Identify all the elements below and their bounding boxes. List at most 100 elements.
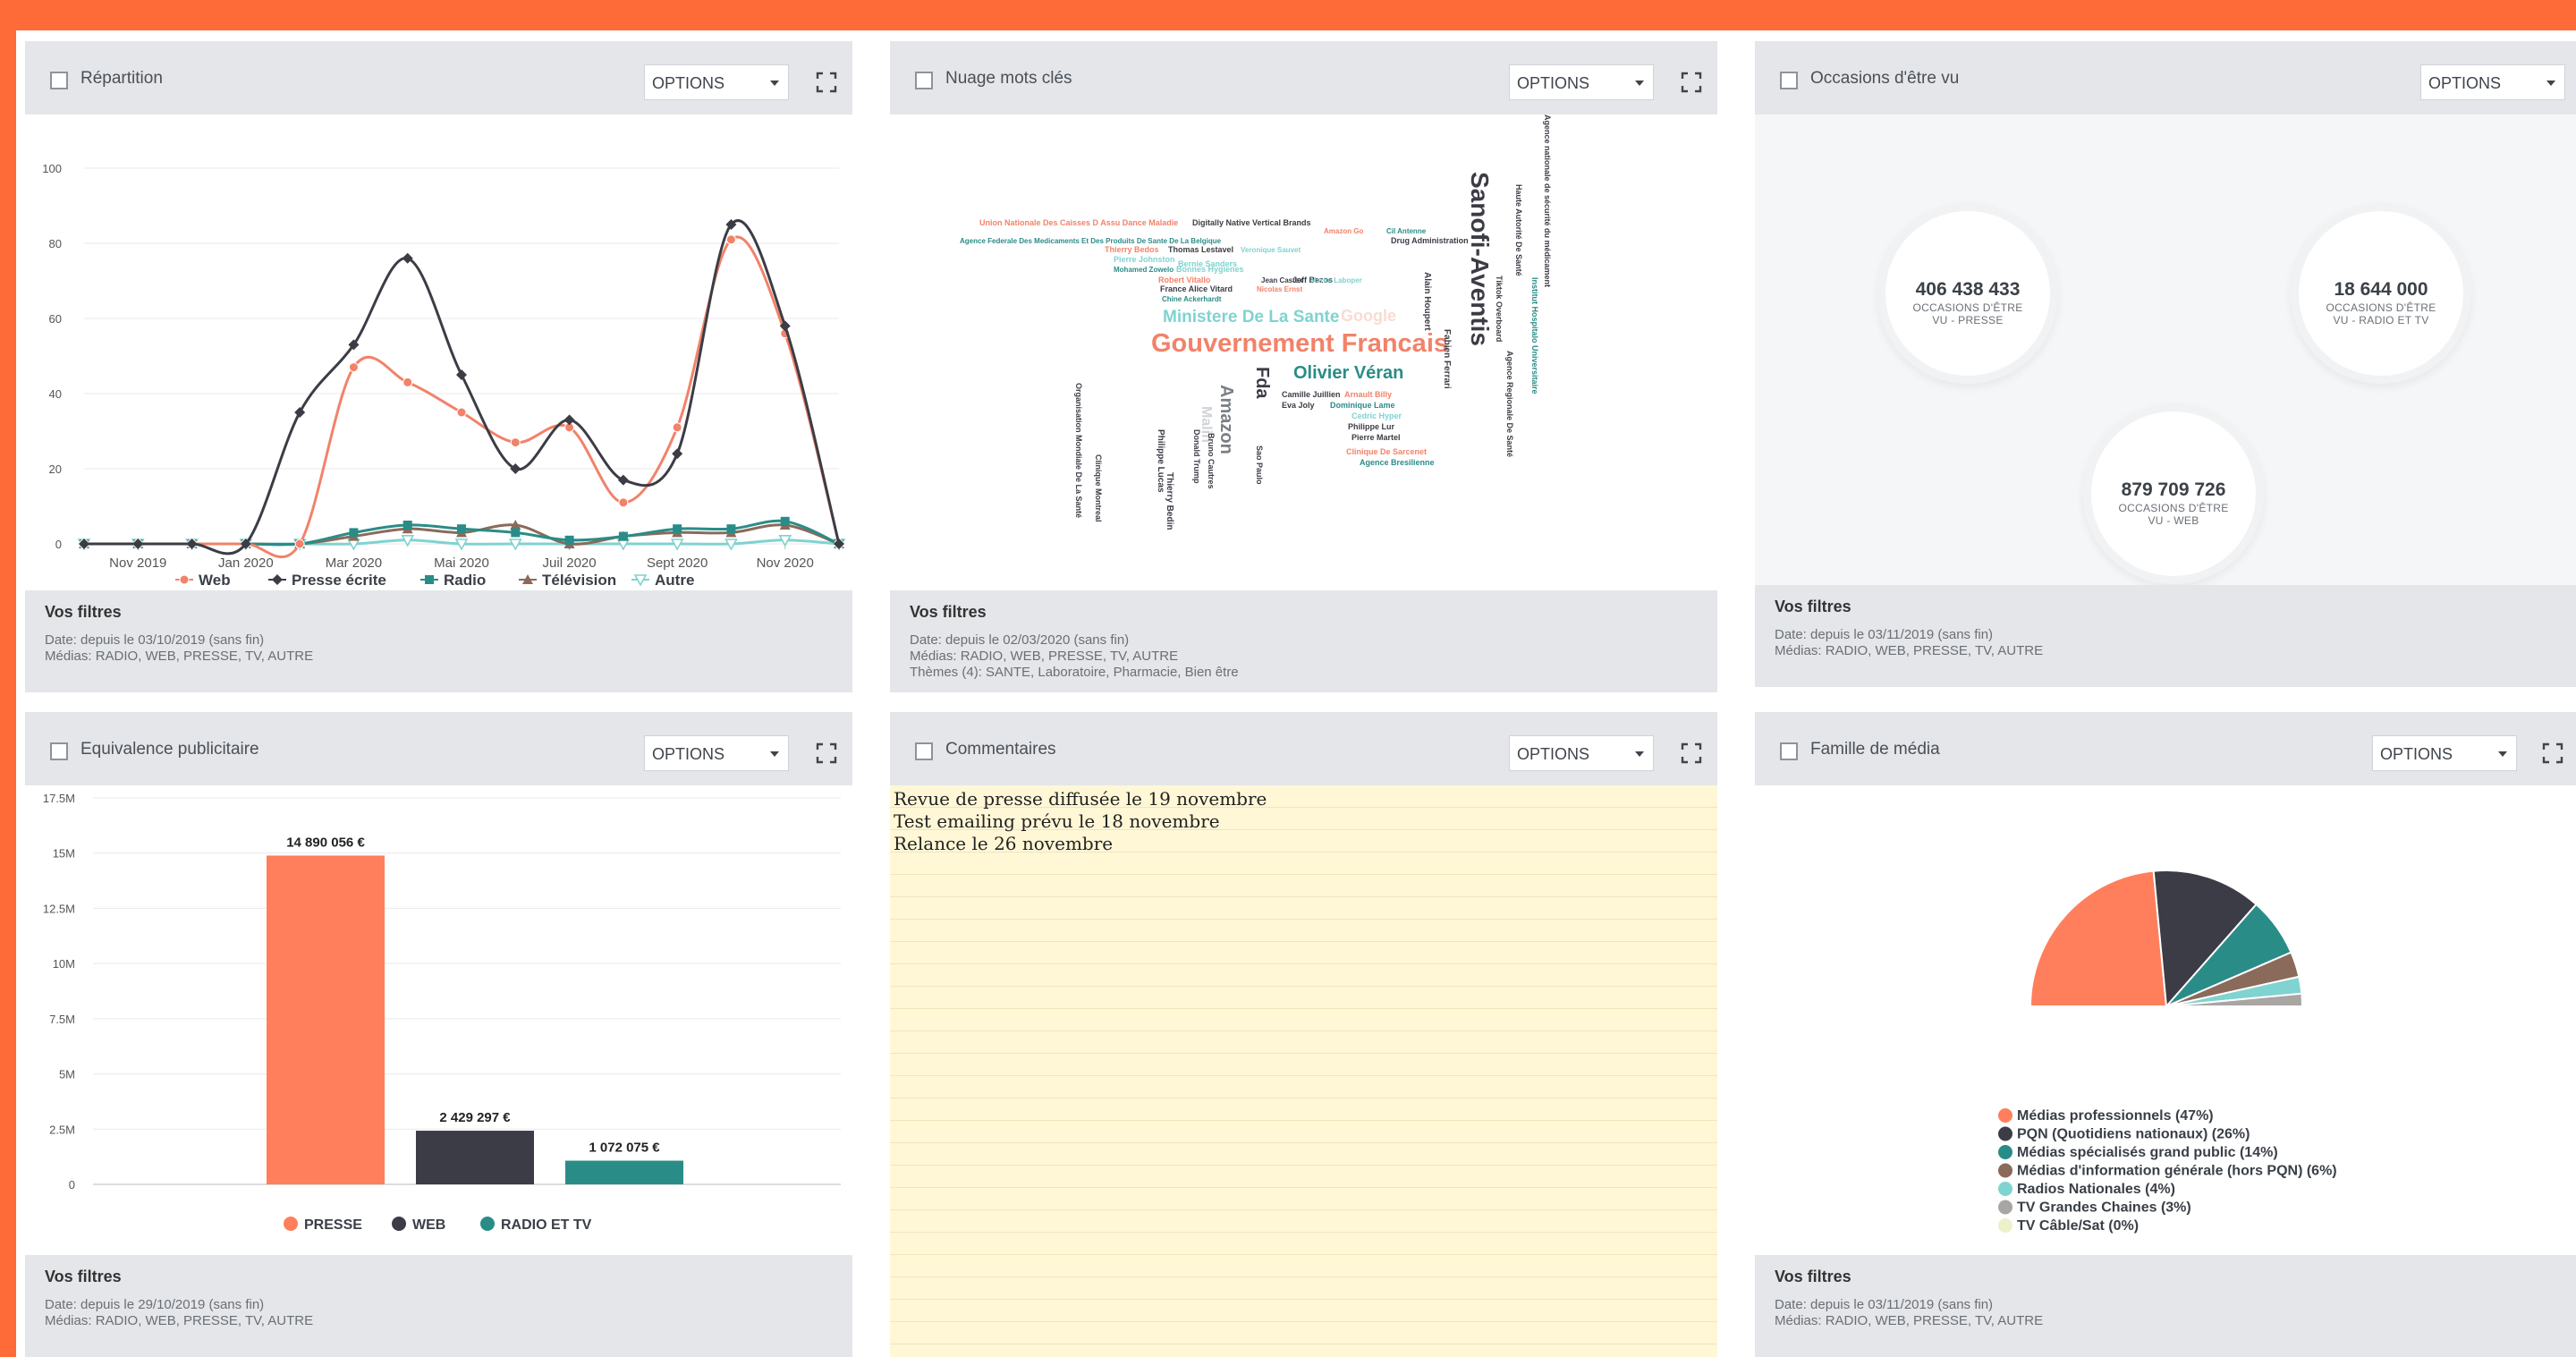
panel-title: Equivalence publicitaire <box>80 740 259 759</box>
legend-label: PRESSE <box>304 1217 362 1233</box>
comment-line: Test emailing prévu le 18 novembre <box>894 810 1220 832</box>
panel-famille: Famille de média OPTIONS Médias professi… <box>1755 712 2576 1357</box>
data-point <box>510 437 521 448</box>
panel-header: Répartition OPTIONS <box>25 41 852 114</box>
panel-title: Occasions d'être vu <box>1810 69 1960 88</box>
dashboard: Répartition OPTIONS 0 20 40 60 80 100 Nov 2019… <box>16 30 2576 1357</box>
options-dropdown[interactable]: OPTIONS <box>2372 735 2517 771</box>
word-cloud-word: Tiktok Overboard <box>1495 276 1504 342</box>
bar <box>565 1160 683 1184</box>
word-cloud-word: Cedric Hyper <box>1352 411 1402 420</box>
fullscreen-icon[interactable] <box>1681 742 1702 764</box>
data-point <box>294 407 306 418</box>
legend-marker <box>480 1217 495 1231</box>
y-tick-label: 5M <box>59 1068 75 1081</box>
comment-line: Revue de presse diffusée le 19 novembre <box>894 788 1267 810</box>
legend-label: RADIO ET TV <box>501 1217 592 1233</box>
y-tick-label: 40 <box>49 387 62 401</box>
data-point <box>402 521 412 530</box>
panel-header: Commentaires OPTIONS <box>890 712 1717 785</box>
filter-media: Médias: RADIO, WEB, PRESSE, TV, AUTRE <box>1775 643 2044 658</box>
filter-media: Médias: RADIO, WEB, PRESSE, TV, AUTRE <box>910 649 1179 664</box>
word-cloud-word: France Alice Vitard <box>1160 284 1233 293</box>
word-cloud-word: Google <box>1341 307 1396 325</box>
x-tick-label: Juil 2020 <box>543 556 597 571</box>
word-cloud-word: Nicolas Ernst <box>1257 285 1302 293</box>
legend-label: Radio <box>444 572 486 589</box>
ots-radio-tv-label: OCCASIONS D'ÊTRE <box>2326 301 2436 314</box>
options-dropdown[interactable]: OPTIONS <box>644 735 789 771</box>
legend-label: Presse écrite <box>292 572 386 589</box>
y-tick-label: 7.5M <box>49 1013 75 1026</box>
legend-label: Médias d'information générale (hors PQN)… <box>2017 1164 2337 1179</box>
word-cloud-word: Philippe Lucas <box>1156 429 1165 493</box>
ots-radio-tv-bubble: 18 644 000 OCCASIONS D'ÊTRE VU - RADIO E… <box>2299 211 2463 376</box>
word-cloud-word: Amazon Go <box>1324 227 1364 235</box>
panel-header: Occasions d'être vu OPTIONS <box>1755 41 2576 114</box>
legend-label: PQN (Quotidiens nationaux) (26%) <box>2017 1127 2250 1142</box>
filter-date: Date: depuis le 03/11/2019 (sans fin) <box>1775 1297 1994 1312</box>
word-cloud-word: Arnault Billy <box>1344 390 1392 399</box>
options-dropdown[interactable]: OPTIONS <box>1509 735 1654 771</box>
word-cloud-word: Philippe Lur <box>1348 422 1394 431</box>
select-checkbox[interactable] <box>915 72 933 89</box>
panel-header: Equivalence publicitaire OPTIONS <box>25 712 852 785</box>
legend-marker <box>1998 1108 2012 1123</box>
data-point <box>618 531 628 541</box>
fullscreen-icon[interactable] <box>816 72 837 93</box>
options-dropdown[interactable]: OPTIONS <box>644 64 789 100</box>
fullscreen-icon[interactable] <box>816 742 837 764</box>
y-tick-label: 15M <box>53 847 75 861</box>
legend-marker <box>425 575 434 584</box>
legend-marker <box>1998 1182 2012 1196</box>
data-label: 14 890 056 € <box>286 835 365 850</box>
filters-panel: Vos filtres Date: depuis le 29/10/2019 (… <box>25 1255 852 1357</box>
fullscreen-icon[interactable] <box>2542 742 2563 764</box>
data-point <box>349 528 359 538</box>
options-label: OPTIONS <box>652 74 725 92</box>
word-cloud-word: Gouvernement Francais <box>1151 329 1448 358</box>
fullscreen-icon[interactable] <box>1681 72 1702 93</box>
options-label: OPTIONS <box>652 745 725 763</box>
panel-body: 0 2.5M 5M 7.5M 10M 12.5M 15M 17.5M 14 890 056 € 2… <box>25 785 852 1255</box>
filter-date: Date: depuis le 29/10/2019 (sans fin) <box>45 1297 265 1312</box>
legend-label: Médias spécialisés grand public (14%) <box>2017 1145 2278 1160</box>
panel-title: Répartition <box>80 69 163 88</box>
legend-marker <box>1998 1218 2012 1233</box>
select-checkbox[interactable] <box>50 72 68 89</box>
x-tick-label: Nov 2020 <box>757 556 814 571</box>
select-checkbox[interactable] <box>915 742 933 760</box>
panel-occasions: Occasions d'être vu OPTIONS 406 438 433 … <box>1755 41 2576 687</box>
select-checkbox[interactable] <box>50 742 68 760</box>
word-cloud-word: Union Nationale Des Caisses D Assu Dance… <box>979 218 1178 227</box>
y-tick-label: 0 <box>55 538 62 551</box>
ots-web-sublabel: VU - WEB <box>2148 514 2199 527</box>
data-point <box>726 524 736 534</box>
filter-date: Date: depuis le 03/11/2019 (sans fin) <box>1775 627 1994 642</box>
legend-marker <box>392 1217 406 1231</box>
options-label: OPTIONS <box>2428 74 2502 92</box>
panel-header: Famille de média OPTIONS <box>1755 712 2576 785</box>
select-checkbox[interactable] <box>1780 72 1798 89</box>
comment-textarea[interactable]: Revue de presse diffusée le 19 novembre … <box>890 785 1717 1357</box>
select-checkbox[interactable] <box>1780 742 1798 760</box>
data-label: 1 072 075 € <box>589 1141 660 1156</box>
x-tick-label: Jan 2020 <box>218 556 274 571</box>
legend-label: Web <box>199 572 231 589</box>
legend-marker <box>1998 1200 2012 1215</box>
filters-panel: Vos filtres Date: depuis le 03/10/2019 (… <box>25 590 852 692</box>
y-tick-label: 20 <box>49 462 62 476</box>
panel-equivalence: Equivalence publicitaire OPTIONS 0 2.5M 5M… <box>25 712 852 1357</box>
options-dropdown[interactable]: OPTIONS <box>1509 64 1654 100</box>
bar-chart: 0 2.5M 5M 7.5M 10M 12.5M 15M 17.5M 14 890 056 € 2… <box>43 792 841 1233</box>
data-point <box>457 524 466 534</box>
panel-body: 0 20 40 60 80 100 Nov 2019 Jan 2020 Mar 2020 Mai … <box>25 114 852 590</box>
data-point <box>456 407 467 418</box>
word-cloud-word: Bruno Cautres <box>1207 433 1216 489</box>
word-cloud-word: Bonnes Hygienes <box>1176 265 1244 274</box>
series-line-1 <box>84 219 841 556</box>
chevron-down-icon <box>770 751 779 757</box>
options-dropdown[interactable]: OPTIONS <box>2420 64 2565 100</box>
x-tick-label: Mar 2020 <box>326 556 382 571</box>
y-tick-label: 60 <box>49 312 62 326</box>
